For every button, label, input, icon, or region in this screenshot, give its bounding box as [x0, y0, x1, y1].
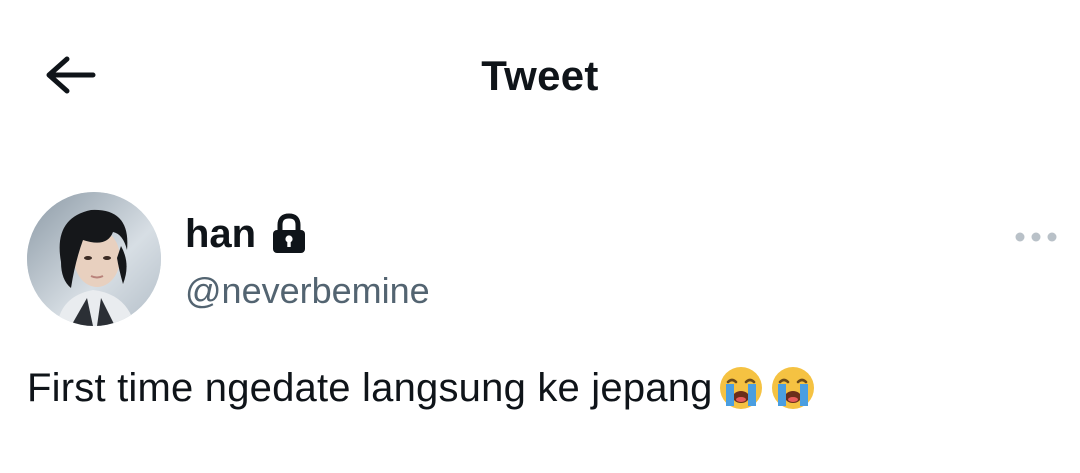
more-horizontal-icon — [1015, 232, 1057, 242]
avatar-image — [27, 192, 161, 326]
loudly-crying-face-icon — [771, 367, 814, 409]
author-name-row: han — [185, 208, 308, 260]
more-options-button[interactable] — [1010, 222, 1062, 252]
tweet-text: First time ngedate langsung ke jepang — [27, 366, 713, 410]
tweet-body: First time ngedate langsung ke jepang — [27, 360, 817, 416]
loudly-crying-face-icon — [719, 367, 762, 409]
top-bar: Tweet — [0, 0, 1080, 150]
tweet-card: han @neverbemine First time ngedate lang… — [0, 150, 1080, 473]
author-display-name[interactable]: han — [185, 208, 256, 260]
page-title: Tweet — [481, 52, 599, 99]
avatar[interactable] — [27, 192, 161, 326]
author-handle[interactable]: @neverbemine — [185, 268, 430, 314]
lock-icon — [273, 213, 306, 253]
